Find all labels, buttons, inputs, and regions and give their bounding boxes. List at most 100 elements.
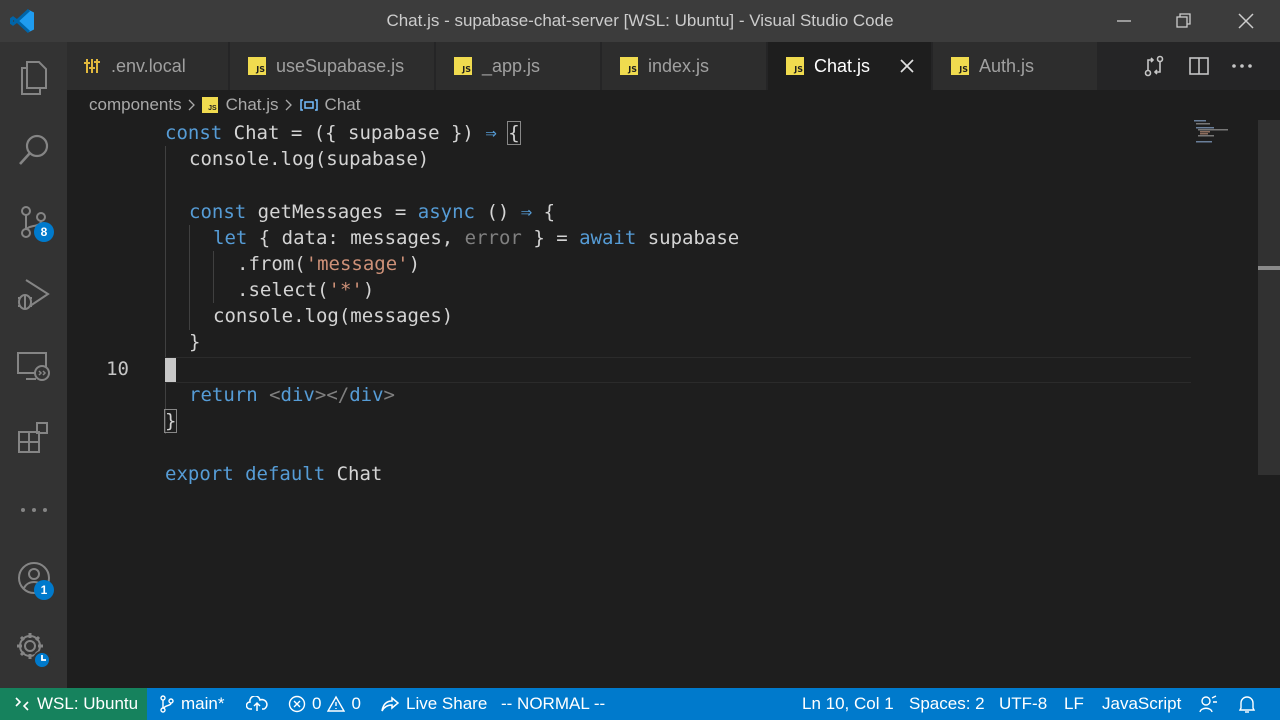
chevron-right-icon	[285, 99, 292, 111]
breadcrumb-file[interactable]: Chat.js	[226, 95, 279, 115]
code-line-7: .select('*')	[237, 279, 375, 301]
notifications-button[interactable]	[1238, 688, 1262, 720]
vertical-scrollbar[interactable]	[1258, 120, 1280, 475]
indent-guide	[189, 225, 190, 330]
feedback-button[interactable]	[1198, 688, 1224, 720]
tab-label: .env.local	[111, 55, 186, 76]
line-number: 10	[106, 358, 129, 380]
indentation[interactable]: Spaces: 2	[909, 688, 985, 720]
restore-button[interactable]	[1154, 0, 1214, 42]
sync-button[interactable]	[246, 688, 274, 720]
close-tab-icon[interactable]	[897, 56, 917, 76]
gear-icon	[16, 633, 51, 669]
compare-changes-button[interactable]	[1143, 42, 1165, 90]
scm-badge: 8	[34, 222, 54, 242]
remote-icon	[15, 697, 29, 711]
settings-file-icon	[84, 59, 100, 73]
tab-usesupabase[interactable]: JS useSupabase.js	[230, 42, 435, 90]
tab-index[interactable]: JS index.js	[602, 42, 767, 90]
language-mode[interactable]: JavaScript	[1102, 688, 1181, 720]
editor-tabs: .env.local JS useSupabase.js JS _app.js …	[67, 42, 1280, 90]
minimap[interactable]	[1194, 120, 1254, 150]
error-count: 0	[312, 694, 322, 713]
explorer-button[interactable]	[0, 42, 67, 114]
tab-label: useSupabase.js	[276, 55, 405, 76]
restore-icon	[1176, 13, 1191, 28]
live-share-button[interactable]: Live Share	[380, 688, 487, 720]
code-editor[interactable]: 10 const Chat = ({ supabase }) ⇒ { conso…	[67, 120, 1280, 688]
compare-changes-icon	[1144, 55, 1164, 77]
error-icon	[288, 695, 306, 713]
branch-indicator[interactable]: main*	[159, 688, 224, 720]
split-editor-button[interactable]	[1188, 42, 1210, 90]
manage-button[interactable]	[0, 614, 67, 686]
source-control-button[interactable]: 8	[0, 186, 67, 258]
cursor-position[interactable]: Ln 10, Col 1	[802, 688, 894, 720]
accounts-badge: 1	[34, 580, 54, 600]
tab-env-local[interactable]: .env.local	[67, 42, 229, 90]
remote-indicator[interactable]: WSL: Ubuntu	[0, 688, 147, 720]
tab-label: index.js	[648, 55, 710, 76]
breadcrumb-symbol[interactable]: Chat	[325, 95, 361, 115]
js-file-icon: JS	[786, 57, 804, 75]
tab-app[interactable]: JS _app.js	[436, 42, 601, 90]
window-title: Chat.js - supabase-chat-server [WSL: Ubu…	[386, 11, 894, 30]
code-line-5: let { data: messages, error } = await su…	[213, 227, 740, 249]
tab-auth[interactable]: JS Auth.js	[933, 42, 1098, 90]
more-views-button[interactable]	[0, 474, 67, 546]
remote-label: WSL: Ubuntu	[37, 694, 139, 713]
git-branch-icon	[160, 695, 174, 713]
search-icon	[18, 134, 48, 165]
block-cursor	[165, 358, 176, 382]
indent-guide	[213, 251, 214, 303]
minimize-icon	[1117, 20, 1131, 22]
code-line-12: }	[163, 409, 178, 433]
code-line-2: console.log(supabase)	[189, 148, 430, 170]
tab-chat[interactable]: JS Chat.js	[768, 42, 932, 90]
run-debug-icon	[17, 279, 50, 310]
split-editor-icon	[1189, 57, 1209, 75]
problems-indicator[interactable]: 0 0	[288, 688, 361, 720]
activity-bar: 8 1	[0, 42, 67, 688]
code-line-6: .from('message')	[237, 253, 421, 275]
end-of-line[interactable]: LF	[1064, 688, 1084, 720]
accounts-button[interactable]: 1	[0, 542, 67, 614]
warning-count: 0	[351, 694, 361, 713]
warning-icon	[327, 695, 346, 712]
code-line-9: }	[189, 331, 201, 353]
remote-explorer-icon	[16, 352, 50, 381]
live-share-icon	[381, 696, 400, 712]
encoding[interactable]: UTF-8	[999, 688, 1047, 720]
more-actions-button[interactable]	[1231, 42, 1253, 90]
status-bar: WSL: Ubuntu main* 0 0 Live Share -- NORM…	[0, 688, 1280, 720]
tab-label: Chat.js	[814, 55, 871, 76]
tab-label: _app.js	[482, 55, 541, 76]
close-window-button[interactable]	[1216, 0, 1276, 42]
js-file-icon: JS	[620, 57, 638, 75]
js-file-icon: JS	[248, 57, 266, 75]
extensions-button[interactable]	[0, 402, 67, 474]
run-debug-button[interactable]	[0, 258, 67, 330]
remote-explorer-button[interactable]	[0, 330, 67, 402]
search-button[interactable]	[0, 114, 67, 186]
symbol-variable-icon	[299, 99, 318, 111]
minimize-button[interactable]	[1094, 0, 1154, 42]
bell-icon	[1238, 696, 1256, 713]
scrollbar-cursor-marker	[1258, 266, 1280, 270]
tab-label: Auth.js	[979, 55, 1035, 76]
code-line-8: console.log(messages)	[213, 305, 454, 327]
current-line-highlight	[165, 357, 1191, 383]
chevron-right-icon	[188, 99, 195, 111]
js-file-icon: JS	[951, 57, 969, 75]
close-icon	[1238, 13, 1254, 29]
more-icon	[1232, 64, 1252, 68]
vim-mode: -- NORMAL --	[501, 694, 606, 713]
breadcrumb-folder[interactable]: components	[89, 95, 182, 115]
extensions-icon	[17, 422, 48, 453]
files-icon	[20, 61, 47, 95]
feedback-icon	[1199, 695, 1217, 713]
code-line-14: export default Chat	[165, 463, 383, 485]
title-bar: Chat.js - supabase-chat-server [WSL: Ubu…	[0, 0, 1280, 42]
branch-label: main*	[181, 694, 225, 713]
js-file-icon: JS	[454, 57, 472, 75]
